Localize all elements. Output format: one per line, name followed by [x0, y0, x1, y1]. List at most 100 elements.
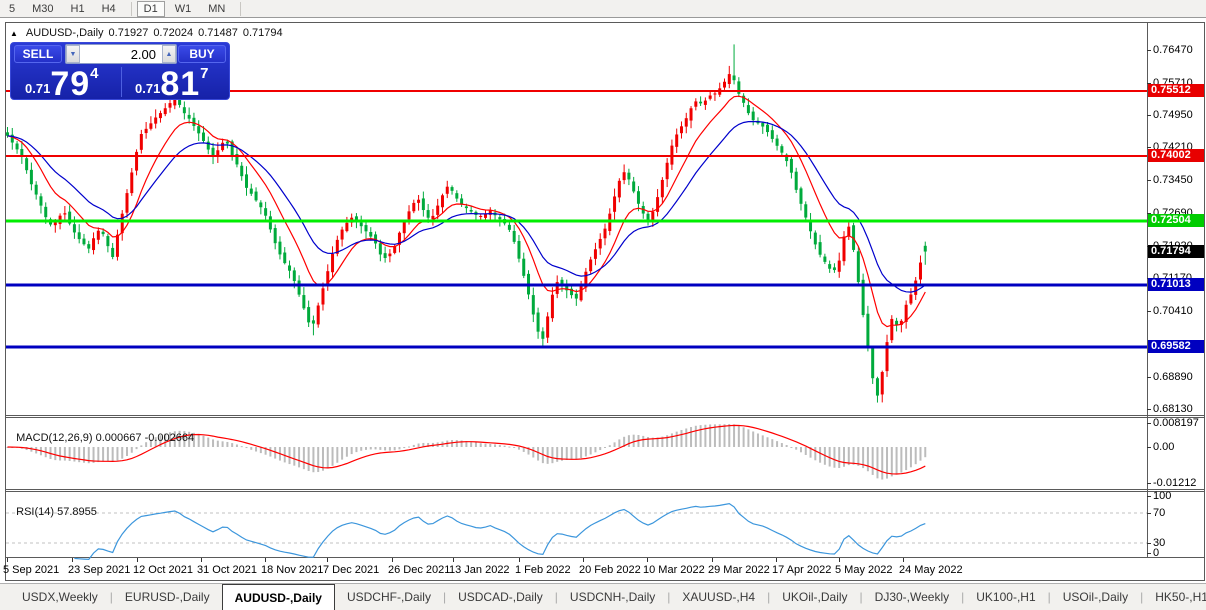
sell-price-pip: 4 — [90, 65, 99, 82]
macd-tick-label: 0.00 — [1153, 441, 1175, 453]
rsi-tick-label: 70 — [1153, 507, 1166, 519]
tab-uk100-h1[interactable]: UK100-,H1 — [964, 584, 1047, 610]
date-label: 10 Mar 2022 — [643, 564, 705, 576]
date-tick-mark — [72, 558, 73, 562]
tab-usdcnh-daily[interactable]: USDCNH-,Daily — [558, 584, 667, 610]
macd-tick-mark — [1147, 483, 1151, 484]
tab-usdx-weekly[interactable]: USDX,Weekly — [10, 584, 110, 610]
price-tick-label: 0.68890 — [1153, 371, 1193, 383]
price-tick-label: 0.74950 — [1153, 109, 1193, 121]
date-label: 1 Feb 2022 — [515, 564, 571, 576]
volume-input[interactable]: 2.00 — [80, 45, 162, 63]
date-label: 13 Jan 2022 — [449, 564, 510, 576]
chart-tab-bar: USDX,Weekly | EURUSD-,Daily AUDUSD-,Daily US… — [0, 583, 1206, 610]
date-label: 5 May 2022 — [835, 564, 893, 576]
horizontal-line-price-label: 0.71013 — [1148, 278, 1204, 291]
sell-price-prefix: 0.71 — [25, 81, 51, 96]
rsi-tick-mark — [1147, 543, 1151, 544]
macd-tick-label: 0.008197 — [1153, 417, 1199, 429]
price-tick-mark — [1147, 147, 1151, 148]
price-tick-mark — [1147, 377, 1151, 378]
volume-increase-button[interactable]: ▲ — [162, 45, 176, 63]
tab-eurusd-daily[interactable]: EURUSD-,Daily — [113, 584, 222, 610]
sell-price: 0.71 79 4 — [25, 65, 99, 103]
tab-usdchf-daily[interactable]: USDCHF-,Daily — [335, 584, 443, 610]
date-label: 7 Dec 2021 — [323, 564, 380, 576]
rsi-label: RSI(14) 57.8955 — [16, 506, 97, 518]
date-label: 29 Mar 2022 — [708, 564, 770, 576]
price-tick-mark — [1147, 409, 1151, 410]
tab-usoil-daily[interactable]: USOil-,Daily — [1051, 584, 1140, 610]
horizontal-line-price-label: 0.75512 — [1148, 84, 1204, 97]
tab-audusd-daily[interactable]: AUDUSD-,Daily — [221, 584, 335, 610]
date-label: 12 Oct 2021 — [133, 564, 193, 576]
tab-usdcad-daily[interactable]: USDCAD-,Daily — [446, 584, 555, 610]
date-tick-mark — [327, 558, 328, 562]
buy-price-big: 81 — [160, 65, 201, 103]
ohlc-high: 0.72024 — [153, 27, 194, 39]
horizontal-line-price-label: 0.72504 — [1148, 214, 1204, 227]
buy-button[interactable]: BUY — [178, 45, 226, 63]
macd-tick-mark — [1147, 423, 1151, 424]
one-click-trade-panel: SELL ▼ 2.00 ▲ BUY 0.71 79 4 0.71 81 7 — [10, 42, 230, 103]
sell-price-big: 79 — [50, 65, 91, 103]
buy-price: 0.71 81 7 — [135, 65, 209, 103]
date-label: 23 Sep 2021 — [68, 564, 131, 576]
date-label: 5 Sep 2021 — [3, 564, 60, 576]
price-tick-label: 0.76470 — [1153, 44, 1193, 56]
rsi-tick-label: 100 — [1153, 490, 1172, 502]
buy-price-prefix: 0.71 — [135, 81, 161, 96]
tab-dj30-weekly[interactable]: DJ30-,Weekly — [863, 584, 961, 610]
chart-header: ▲ AUDUSD-,Daily 0.71927 0.72024 0.71487 … — [10, 26, 288, 40]
date-tick-mark — [392, 558, 393, 562]
date-label: 18 Nov 2021 — [261, 564, 324, 576]
date-tick-mark — [776, 558, 777, 562]
volume-stepper: ▼ 2.00 ▲ — [65, 44, 177, 64]
date-tick-mark — [453, 558, 454, 562]
ohlc-close: 0.71794 — [242, 27, 283, 39]
price-tick-mark — [1147, 50, 1151, 51]
rsi-tick-mark — [1147, 553, 1151, 554]
date-label: 24 May 2022 — [899, 564, 963, 576]
date-tick-mark — [265, 558, 266, 562]
date-tick-mark — [903, 558, 904, 562]
macd-label: MACD(12,26,9) 0.000667 -0.002664 — [16, 432, 195, 444]
date-tick-mark — [583, 558, 584, 562]
macd-tick-label: -0.01212 — [1153, 477, 1197, 489]
price-tick-mark — [1147, 180, 1151, 181]
date-label: 26 Dec 2021 — [388, 564, 451, 576]
date-tick-mark — [519, 558, 520, 562]
date-label: 20 Feb 2022 — [579, 564, 641, 576]
date-tick-mark — [839, 558, 840, 562]
rsi-tick-mark — [1147, 513, 1151, 514]
current-price-label: 0.71794 — [1148, 245, 1204, 258]
date-tick-mark — [7, 558, 8, 562]
date-tick-mark — [137, 558, 138, 562]
price-tick-mark — [1147, 115, 1151, 116]
rsi-tick-label: 0 — [1153, 547, 1160, 559]
date-label: 17 Apr 2022 — [772, 564, 832, 576]
tab-xauusd-h4[interactable]: XAUUSD-,H4 — [670, 584, 767, 610]
price-tick-label: 0.68130 — [1153, 403, 1193, 415]
volume-decrease-button[interactable]: ▼ — [66, 45, 80, 63]
horizontal-line-price-label: 0.74002 — [1148, 149, 1204, 162]
tab-ukoil-daily[interactable]: UKOil-,Daily — [770, 584, 859, 610]
ohlc-open: 0.71927 — [108, 27, 149, 39]
date-tick-mark — [201, 558, 202, 562]
symbol-title: AUDUSD-,Daily — [25, 27, 104, 39]
price-tick-label: 0.73450 — [1153, 174, 1193, 186]
panel-divider — [121, 67, 122, 97]
price-tick-label: 0.70410 — [1153, 305, 1193, 317]
date-tick-mark — [712, 558, 713, 562]
macd-tick-mark — [1147, 447, 1151, 448]
collapse-panel-icon[interactable]: ▲ — [10, 29, 18, 38]
rsi-tick-mark — [1147, 496, 1151, 497]
buy-price-pip: 7 — [200, 65, 209, 82]
date-label: 31 Oct 2021 — [197, 564, 257, 576]
date-tick-mark — [647, 558, 648, 562]
ohlc-low: 0.71487 — [198, 27, 238, 39]
tab-hk50-h1[interactable]: HK50-,H1 — [1143, 584, 1206, 610]
horizontal-line-price-label: 0.69582 — [1148, 340, 1204, 353]
sell-button[interactable]: SELL — [14, 45, 62, 63]
price-tick-mark — [1147, 311, 1151, 312]
